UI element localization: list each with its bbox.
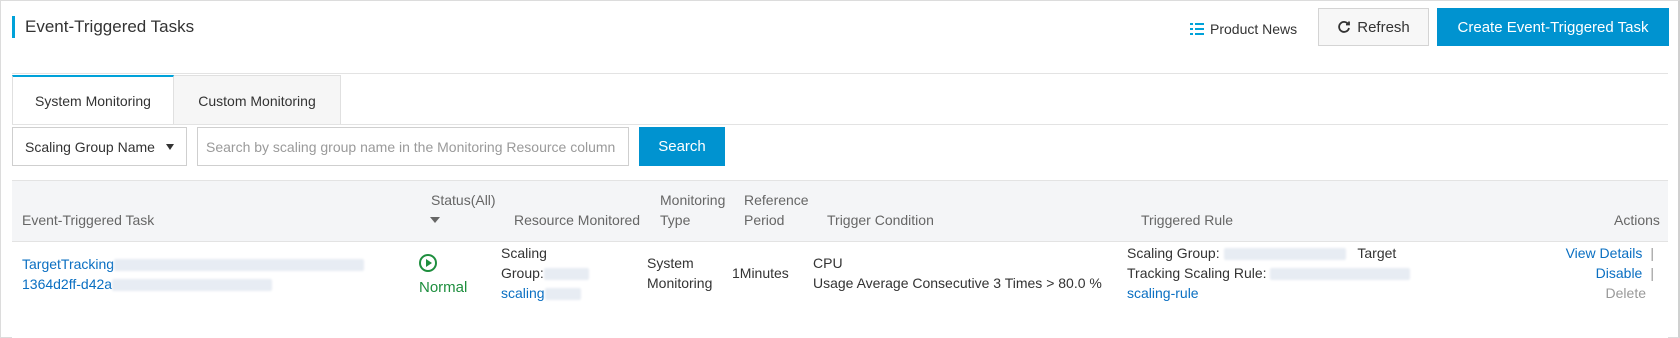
column-task: Event-Triggered Task <box>22 212 155 228</box>
product-news-label: Product News <box>1210 21 1298 37</box>
disable-link[interactable]: Disable <box>1596 265 1643 281</box>
condition-expression: Usage Average Consecutive 3 Times > 80.0… <box>813 275 1102 291</box>
delete-link[interactable]: Delete <box>1606 285 1646 301</box>
task-name-line1: TargetTracking <box>22 256 115 272</box>
redacted-text <box>114 259 365 272</box>
column-triggered-rule: Triggered Rule <box>1141 212 1234 228</box>
column-actions: Actions <box>1614 212 1660 228</box>
redacted-text <box>1270 268 1411 281</box>
chevron-down-icon <box>166 144 174 150</box>
status-filter-caret-icon[interactable] <box>430 217 440 223</box>
column-reference-period-line1: Reference <box>744 192 809 208</box>
resource-cell: Scaling Group: scaling <box>501 243 589 303</box>
column-monitoring-type-line1: Monitoring <box>660 192 726 208</box>
redacted-text <box>543 268 589 281</box>
scaling-group-link-label: scaling <box>501 285 545 301</box>
play-circle-icon <box>419 254 437 272</box>
filter-field-select[interactable]: Scaling Group Name <box>12 127 187 166</box>
status-cell: Normal <box>419 254 467 298</box>
column-resource: Resource Monitored <box>514 212 641 228</box>
column-status[interactable]: Status(All) <box>431 190 496 210</box>
tab-bar: System Monitoring Custom Monitoring <box>12 75 341 125</box>
list-icon <box>1190 23 1204 35</box>
scaling-group-link[interactable]: scaling <box>501 285 581 301</box>
view-details-link[interactable]: View Details <box>1566 245 1643 261</box>
trigger-condition-cell: CPU Usage Average Consecutive 3 Times > … <box>813 253 1102 293</box>
header-divider <box>12 73 1668 74</box>
search-button[interactable]: Search <box>639 127 725 166</box>
table-header: Event-Triggered Task Status(All) Resourc… <box>12 180 1668 242</box>
scaling-rule-link[interactable]: scaling-rule <box>1127 285 1199 301</box>
column-monitoring-type-line2: Type <box>660 212 691 228</box>
create-task-button[interactable]: Create Event-Triggered Task <box>1437 8 1669 46</box>
product-news-link[interactable]: Product News <box>1190 18 1297 40</box>
refresh-icon <box>1338 21 1351 33</box>
resource-line1: Scaling <box>501 245 547 261</box>
rule-line1-suffix: Target <box>1357 245 1397 261</box>
column-status-label: Status(All) <box>431 192 496 208</box>
redacted-text <box>544 288 581 301</box>
reference-period-cell: 1Minutes <box>732 265 789 281</box>
resource-line2: Group: <box>501 265 544 281</box>
monitoring-type-cell: System Monitoring <box>647 253 712 293</box>
tab-custom-monitoring[interactable]: Custom Monitoring <box>174 75 341 125</box>
redacted-text <box>1223 248 1346 261</box>
redacted-text <box>112 279 273 292</box>
task-name-link[interactable]: TargetTracking 1364d2ff-d42a <box>22 254 365 294</box>
triggered-rule-cell: Scaling Group: Target Tracking Scaling R… <box>1127 243 1411 303</box>
rule-type-label: Tracking Scaling Rule: <box>1127 265 1267 281</box>
condition-metric: CPU <box>813 255 843 271</box>
search-input[interactable] <box>197 127 629 166</box>
refresh-button[interactable]: Refresh <box>1318 8 1429 46</box>
monitoring-type-line2: Monitoring <box>647 275 713 291</box>
column-reference-period-line2: Period <box>744 212 785 228</box>
action-separator: | <box>1650 265 1654 281</box>
page-title: Event-Triggered Tasks <box>12 16 194 38</box>
table-row: TargetTracking 1364d2ff-d42a Normal Scal… <box>12 242 1668 338</box>
filter-field-value: Scaling Group Name <box>25 138 155 155</box>
column-trigger-condition: Trigger Condition <box>827 212 934 228</box>
action-separator: | <box>1650 245 1654 261</box>
tab-system-monitoring[interactable]: System Monitoring <box>12 75 174 125</box>
actions-cell: View Details | Disable | Delete <box>1566 243 1654 303</box>
status-badge: Normal <box>419 279 468 296</box>
task-name-line2: 1364d2ff-d42a <box>22 276 113 292</box>
refresh-label: Refresh <box>1357 18 1410 36</box>
tabs-divider <box>12 124 1668 125</box>
monitoring-type-line1: System <box>647 255 694 271</box>
rule-group-label: Scaling Group: <box>1127 245 1220 261</box>
